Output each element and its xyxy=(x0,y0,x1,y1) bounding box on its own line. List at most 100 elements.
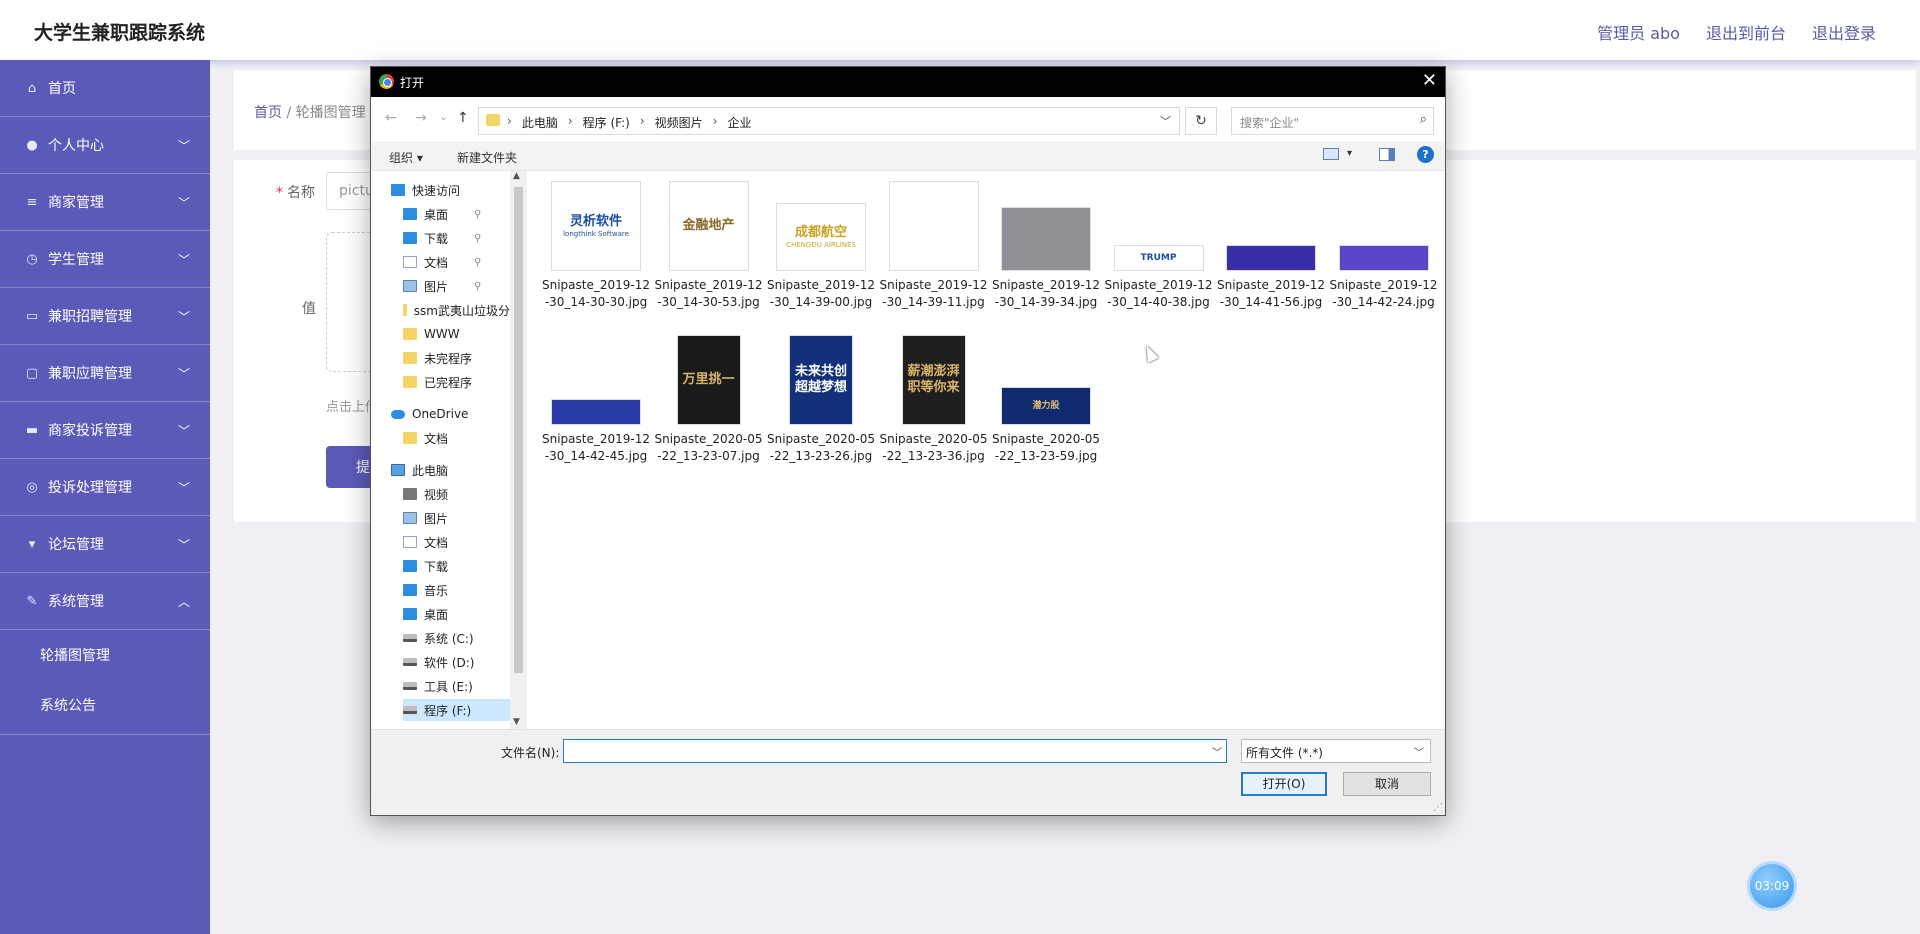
file-name: Snipaste_2019-12-30_14-30-53.jpg xyxy=(654,278,763,309)
file-item[interactable]: Snipaste_2019-12-30_14-39-34.jpg xyxy=(991,179,1101,329)
filetype-select[interactable]: 所有文件 (*.*) ﹀ xyxy=(1241,739,1431,763)
file-item[interactable]: 未来共创 超越梦想 Snipaste_2020-05-22_13-23-26.jp… xyxy=(766,333,876,483)
scroll-down-icon[interactable]: ▼ xyxy=(513,717,520,727)
nav-pc-item[interactable]: 程序 (F:) xyxy=(403,699,510,721)
file-item[interactable]: 金融地产 Snipaste_2019-12-30_14-30-53.jpg xyxy=(654,179,764,329)
nav-pc-item[interactable]: 音乐 xyxy=(403,579,510,601)
nav-quick-item[interactable]: ssm武夷山垃圾分 xyxy=(403,299,510,321)
nav-item-label: 图片 xyxy=(424,279,449,294)
sidebar-item-8[interactable]: ▾ 论坛管理 ﹀ xyxy=(0,516,210,573)
file-thumbnail xyxy=(1338,245,1429,271)
nav-quick-item[interactable]: WWW xyxy=(403,323,510,345)
preview-pane-icon[interactable] xyxy=(1379,148,1395,161)
file-item[interactable]: Snipaste_2019-12-30_14-42-45.jpg xyxy=(541,333,651,483)
address-bar[interactable]: › 此电脑 › 程序 (F:) › 视频图片 › 企业 ﹀ xyxy=(478,107,1180,135)
forward-arrow-icon[interactable]: → xyxy=(415,110,427,126)
file-item[interactable]: 万里挑一 Snipaste_2020-05-22_13-23-07.jpg xyxy=(654,333,764,483)
organize-button[interactable]: 组织 ▾ xyxy=(389,149,423,166)
open-button[interactable]: 打开(O) xyxy=(1241,772,1327,796)
search-input[interactable]: 搜索"企业" ⌕ xyxy=(1231,107,1434,135)
resize-grip-icon[interactable]: ⋰ xyxy=(1433,802,1443,813)
logout-link[interactable]: 退出登录 xyxy=(1812,20,1876,44)
nav-pc-item[interactable]: 下载 xyxy=(403,555,510,577)
path-enterprise[interactable]: 企业 xyxy=(727,114,751,131)
thumbnail-text: 潜力股 xyxy=(1032,400,1060,411)
dialog-titlebar[interactable]: 打开 ✕ xyxy=(371,67,1445,97)
nav-pc-item[interactable]: 系统 (C:) xyxy=(403,627,510,649)
file-item[interactable]: Snipaste_2019-12-30_14-41-56.jpg xyxy=(1216,179,1326,329)
nav-pc-item[interactable]: 软件 (D:) xyxy=(403,651,510,673)
nav-quick-item[interactable]: 桌面 ⚲ xyxy=(403,203,510,225)
path-drive-f[interactable]: 程序 (F:) xyxy=(583,114,630,131)
chevron-down-icon[interactable]: ﹀ xyxy=(1212,744,1222,759)
new-folder-button[interactable]: 新建文件夹 xyxy=(457,149,517,166)
back-arrow-icon[interactable]: ← xyxy=(385,110,397,126)
sidebar-item-label: 首页 xyxy=(48,81,76,97)
sidebar-item-9[interactable]: ✎ 系统管理 ︿ xyxy=(0,573,210,630)
sidebar-item-label: 学生管理 xyxy=(48,252,104,268)
file-name: Snipaste_2020-05-22_13-23-36.jpg xyxy=(879,432,988,463)
view-mode-icon[interactable] xyxy=(1323,148,1339,160)
file-item[interactable]: 薪潮澎湃 职等你来 Snipaste_2020-05-22_13-23-36.jp… xyxy=(879,333,989,483)
breadcrumb-separator: / xyxy=(286,105,296,121)
nav-pc-item[interactable]: 桌面 xyxy=(403,603,510,625)
chevron-down-icon[interactable]: ﹀ xyxy=(1414,744,1424,759)
file-item[interactable]: 潜力股 Snipaste_2020-05-22_13-23-59.jpg xyxy=(991,333,1101,483)
sidebar-item-2[interactable]: ≡ 商家管理 ﹀ xyxy=(0,174,210,231)
path-video-pics[interactable]: 视频图片 xyxy=(655,114,703,131)
breadcrumb-home[interactable]: 首页 xyxy=(254,105,282,121)
recent-locations-icon[interactable]: ⌄ xyxy=(439,110,448,123)
admin-user-link[interactable]: 管理员 abo xyxy=(1597,20,1680,44)
sidebar-item-4[interactable]: ▭ 兼职招聘管理 ﹀ xyxy=(0,288,210,345)
nav-pc-item[interactable]: 图片 xyxy=(403,507,510,529)
sidebar-item-6[interactable]: ▬ 商家投诉管理 ﹀ xyxy=(0,402,210,459)
chevron-down-icon[interactable]: ﹀ xyxy=(1160,113,1171,129)
scroll-up-icon[interactable]: ▲ xyxy=(513,171,520,181)
up-arrow-icon[interactable]: ↑ xyxy=(457,110,469,126)
nav-quick-item[interactable]: 已完程序 xyxy=(403,371,510,393)
view-dropdown-icon[interactable]: ▾ xyxy=(1347,148,1352,159)
nav-quick-item[interactable]: 文档 ⚲ xyxy=(403,251,510,273)
file-list-pane: 灵析软件 longthink Software Snipaste_2019-12-3… xyxy=(527,171,1445,729)
list-icon: ≡ xyxy=(26,194,38,210)
help-icon[interactable]: ? xyxy=(1417,146,1434,163)
thumbnail-text: 灵析软件 xyxy=(569,214,622,229)
folder-icon xyxy=(403,432,417,444)
thumbnail-text: TRUMP xyxy=(1140,252,1177,263)
chevron-down-icon: ﹀ xyxy=(177,481,190,495)
file-item[interactable]: TRUMP Snipaste_2019-12-30_14-40-38.jpg xyxy=(1104,179,1214,329)
nav-pc-item[interactable]: 视频 xyxy=(403,483,510,505)
sidebar-item-1[interactable]: ● 个人中心 ﹀ xyxy=(0,117,210,174)
sidebar-item-0[interactable]: ⌂ 首页 xyxy=(0,60,210,117)
scrollbar-thumb[interactable] xyxy=(514,187,523,673)
sidebar-item-3[interactable]: ◷ 学生管理 ﹀ xyxy=(0,231,210,288)
sidebar-item-5[interactable]: ▢ 兼职应聘管理 ﹀ xyxy=(0,345,210,402)
nav-quick-item[interactable]: 图片 ⚲ xyxy=(403,275,510,297)
file-thumbnail: 万里挑一 xyxy=(676,335,741,425)
nav-scrollbar[interactable]: ▲ ▼ xyxy=(510,171,527,729)
nav-onedrive-item[interactable]: 文档 xyxy=(403,427,510,449)
sidebar-subitem-carousel[interactable]: 轮播图管理 xyxy=(0,630,210,680)
path-this-pc[interactable]: 此电脑 xyxy=(522,114,558,131)
sidebar-subitem-announcement[interactable]: 系统公告 xyxy=(0,680,210,730)
file-item[interactable]: Snipaste_2019-12-30_14-39-11.jpg xyxy=(879,179,989,329)
file-item[interactable]: Snipaste_2019-12-30_14-42-24.jpg xyxy=(1329,179,1439,329)
nav-quick-item[interactable]: 下载 ⚲ xyxy=(403,227,510,249)
nav-quick-access[interactable]: 快速访问 xyxy=(391,179,510,201)
sidebar-item-7[interactable]: ◎ 投诉处理管理 ﹀ xyxy=(0,459,210,516)
folder-icon xyxy=(391,464,405,476)
refresh-icon[interactable]: ↻ xyxy=(1185,107,1217,135)
exit-to-frontend-link[interactable]: 退出到前台 xyxy=(1706,20,1786,44)
floating-timer[interactable]: 03:09 xyxy=(1750,864,1794,908)
nav-pc-item[interactable]: 文档 xyxy=(403,531,510,553)
search-icon[interactable]: ⌕ xyxy=(1420,112,1427,127)
file-item[interactable]: 成都航空 CHENGDU AIRLINES Snipaste_2019-12-30_… xyxy=(766,179,876,329)
nav-pc-item[interactable]: 工具 (E:) xyxy=(403,675,510,697)
cancel-button[interactable]: 取消 xyxy=(1343,772,1431,796)
file-item[interactable]: 灵析软件 longthink Software Snipaste_2019-12-3… xyxy=(541,179,651,329)
filename-input[interactable]: ﹀ xyxy=(563,739,1227,763)
nav-quick-item[interactable]: 未完程序 xyxy=(403,347,510,369)
dialog-close-button[interactable]: ✕ xyxy=(1422,70,1437,91)
nav-this-pc[interactable]: 此电脑 xyxy=(391,459,510,481)
nav-onedrive[interactable]: OneDrive xyxy=(391,403,510,425)
